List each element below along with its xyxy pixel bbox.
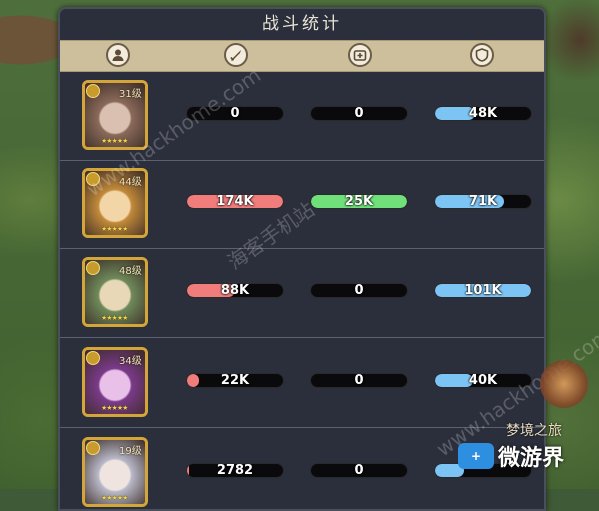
hero-row: 48级 ★★★★★ 88K 0 101K [60, 249, 544, 338]
damage-bar: 2782 [186, 463, 284, 478]
sword-damage-icon [224, 43, 248, 67]
heal-bar: 0 [310, 463, 408, 478]
hero-stars: ★★★★★ [101, 404, 128, 412]
hero-level: 19级 [119, 446, 142, 457]
site-logo: + 微游界 [458, 440, 564, 472]
rank-badge-icon [86, 351, 100, 365]
hero-portrait[interactable]: 34级 ★★★★★ [82, 347, 148, 417]
damage-value: 22K [220, 373, 250, 388]
rank-badge-icon [86, 84, 100, 98]
tank-bar: 48K [434, 106, 532, 121]
heal-value: 0 [354, 106, 364, 121]
hero-portrait[interactable]: 19级 ★★★★★ [82, 437, 148, 507]
hero-level: 48级 [119, 266, 142, 277]
rank-badge-icon [86, 261, 100, 275]
heal-bar: 0 [310, 373, 408, 388]
heal-bar: 25K [310, 194, 408, 209]
hero-stars: ★★★★★ [101, 314, 128, 322]
panel-title: 战斗统计 [262, 14, 342, 34]
hero-level: 34级 [119, 356, 142, 367]
tank-value: 71K [468, 194, 498, 209]
damage-value: 88K [220, 283, 250, 298]
tank-value: 48K [468, 106, 498, 121]
hero-stars: ★★★★★ [101, 225, 128, 233]
heal-value: 25K [344, 194, 374, 209]
hero-portrait[interactable]: 48级 ★★★★★ [82, 257, 148, 327]
heal-value: 0 [354, 283, 364, 298]
hero-level: 31级 [119, 89, 142, 100]
shield-icon [470, 43, 494, 67]
heal-bar: 0 [310, 283, 408, 298]
hero-icon [106, 43, 130, 67]
logo-name: 微游界 [498, 446, 565, 471]
logo-icon: + [458, 443, 494, 469]
heal-bar: 0 [310, 106, 408, 121]
stats-header [60, 40, 544, 72]
damage-bar: 88K [186, 283, 284, 298]
damage-bar: 174K [186, 194, 284, 209]
hero-stars: ★★★★★ [101, 137, 128, 145]
hero-stars: ★★★★★ [101, 494, 128, 502]
hero-portrait[interactable]: 31级 ★★★★★ [82, 80, 148, 150]
damage-value: 174K [216, 194, 254, 209]
map-button[interactable] [540, 360, 588, 408]
rank-badge-icon [86, 441, 100, 455]
heal-icon [348, 43, 372, 67]
tank-bar: 101K [434, 283, 532, 298]
tank-value: 101K [464, 283, 502, 298]
damage-bar: 22K [186, 373, 284, 388]
damage-value: 2782 [216, 463, 254, 478]
heal-value: 0 [354, 463, 364, 478]
tank-bar: 71K [434, 194, 532, 209]
side-label: 梦境之旅 [506, 423, 562, 439]
heal-value: 0 [354, 373, 364, 388]
